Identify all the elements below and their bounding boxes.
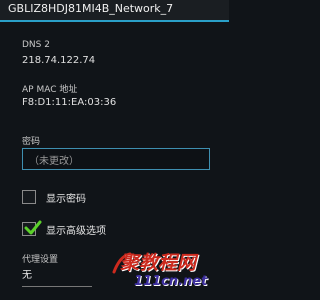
advanced-options-label: 显示高级选项 bbox=[46, 226, 106, 237]
advanced-options-checkbox[interactable] bbox=[22, 220, 42, 236]
watermark-url: 111cn.net bbox=[134, 274, 208, 289]
checkmark-icon bbox=[24, 220, 42, 235]
network-title: GBLIZ8HDJ81MI4B_Network_7 bbox=[0, 0, 229, 22]
ap-mac-label: AP MAC 地址 bbox=[22, 85, 78, 95]
dns2-value: 218.74.122.74 bbox=[22, 55, 96, 66]
dns2-label: DNS 2 bbox=[22, 40, 50, 50]
watermark: 聚教程网 111cn.net bbox=[112, 248, 229, 300]
password-label: 密码 bbox=[22, 137, 41, 147]
password-input[interactable] bbox=[23, 151, 209, 172]
show-password-checkbox[interactable] bbox=[22, 190, 36, 204]
show-password-label: 显示密码 bbox=[46, 194, 86, 205]
advanced-options-row[interactable]: 显示高级选项 bbox=[22, 220, 210, 242]
proxy-value: 无 bbox=[22, 270, 32, 281]
proxy-select[interactable]: 无 bbox=[22, 266, 92, 287]
watermark-text: 聚教程网 bbox=[120, 252, 197, 274]
ap-mac-value: F8:D1:11:EA:03:36 bbox=[22, 97, 117, 108]
password-field-container bbox=[22, 148, 210, 172]
proxy-label: 代理设置 bbox=[22, 255, 59, 265]
show-password-row[interactable]: 显示密码 bbox=[22, 188, 210, 210]
